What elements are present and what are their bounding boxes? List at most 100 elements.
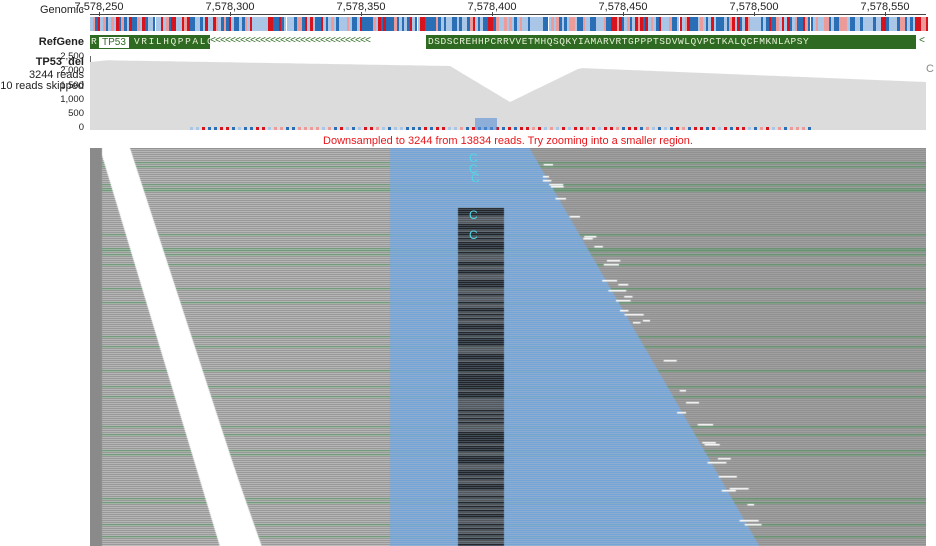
coverage-mismatch-tick [292,127,295,130]
ruler-tick-mark [754,12,755,16]
coverage-mismatch-tick [532,127,535,130]
coverage-mismatch-tick [682,127,685,130]
coverage-axis-label: 2,000 [60,65,84,76]
coverage-mismatch-tick [238,127,241,130]
coverage-mismatch-tick [802,127,805,130]
mismatch-label-3: C [471,171,480,185]
coverage-mismatch-tick [298,127,301,130]
coverage-axis-label: 0 [78,122,84,133]
coverage-mismatch-tick [610,127,613,130]
coverage-mismatch-tick [340,127,343,130]
coverage-mismatch-tick [766,127,769,130]
coverage-mismatch-tick [508,127,511,130]
coverage-mismatch-tick [274,127,277,130]
ruler-tick-mark [99,12,100,16]
coverage-mismatch-tick [514,127,517,130]
coverage-mismatch-tick [370,127,373,130]
coverage-mismatch-tick [430,127,433,130]
coverage-mismatch-tick [628,127,631,130]
coverage-mismatch-tick [442,127,445,130]
coverage-mismatch-tick [604,127,607,130]
mismatch-label-5: C [469,228,478,242]
gene-track[interactable]: R TP53 VRILHQPPALC <<<<<<<<<<<<<<<<<<<<<… [90,35,926,49]
coverage-mismatch-tick [364,127,367,130]
coverage-mismatch-tick [550,127,553,130]
coverage-mismatch-tick [328,127,331,130]
ruler-axis [90,14,926,15]
coverage-mismatch-tick [748,127,751,130]
coverage-mismatch-tick [406,127,409,130]
coverage-mismatch-tick [220,127,223,130]
coverage-mismatch-tick [226,127,229,130]
coverage-mismatch-tick [568,127,571,130]
coverage-mismatch-tick [460,127,463,130]
coverage-axis-label: 2,500 [60,51,84,62]
coverage-mismatch-tick [400,127,403,130]
coverage-mismatch-tick [424,127,427,130]
coverage-mismatch-tick [712,127,715,130]
coverage-mismatch-tick [688,127,691,130]
ruler-tick-mark [885,12,886,16]
coverage-mismatch-tick [352,127,355,130]
coverage-mismatch-tick [718,127,721,130]
coverage-mismatch-tick [196,127,199,130]
coverage-mismatch-tick [304,127,307,130]
coverage-mismatch-tick [448,127,451,130]
coverage-mismatch-tick [646,127,649,130]
coverage-mismatch-tick [640,127,643,130]
coverage-mismatch-tick [244,127,247,130]
coverage-mismatch-tick [538,127,541,130]
coverage-mismatch-tick [586,127,589,130]
gene-right-exon-seq: DSDSCREHHPCRRVVETMHQSQKYIAMARVRTGPPPTSDV… [428,36,810,47]
coverage-mismatch-tick [778,127,781,130]
coverage-mismatch-tick [268,127,271,130]
downsample-warning: Downsampled to 3244 from 13834 reads. Tr… [323,135,693,147]
coverage-mismatch-tick [394,127,397,130]
refgene-label: RefGene [38,36,84,48]
coverage-mismatch-tick [616,127,619,130]
coverage-mismatch-tick [772,127,775,130]
coverage-mismatch-tick [730,127,733,130]
coverage-mismatch-tick [652,127,655,130]
reference-base [925,17,929,31]
coverage-mismatch-tick [754,127,757,130]
coverage-mismatch-tick [412,127,415,130]
coverage-mismatch-tick [262,127,265,130]
coverage-mismatch-tick [382,127,385,130]
coverage-mismatch-tick [670,127,673,130]
coverage-mismatch-tick [706,127,709,130]
coverage-mismatch-tick [466,127,469,130]
coverage-mismatch-tick [592,127,595,130]
coverage-mismatch-tick [658,127,661,130]
coverage-plot[interactable] [90,56,926,130]
coverage-corner-glyph: C [926,63,934,75]
coverage-mismatch-tick [520,127,523,130]
coverage-mismatch-tick [346,127,349,130]
coverage-mismatch-tick [418,127,421,130]
coverage-mismatch-tick [796,127,799,130]
gene-name-badge[interactable]: TP53 [98,36,130,49]
coverage-mismatch-tick [316,127,319,130]
coverage-mismatch-tick [736,127,739,130]
gene-intron-arrows: <<<<<<<<<<<<<<<<<<<<<<<<<<<<<<<< [210,36,371,47]
coverage-mismatch-tick [214,127,217,130]
read-alignments[interactable] [90,148,926,546]
coverage-axis-label: 1,000 [60,94,84,105]
coverage-mismatch-tick [256,127,259,130]
coverage-mismatch-tick [598,127,601,130]
coverage-mismatch-tick [208,127,211,130]
mismatch-label-4: C [469,208,478,222]
ruler-tick-mark [623,12,624,16]
coverage-mismatch-tick [472,127,475,130]
coverage-mismatch-tick [388,127,391,130]
reference-sequence-track[interactable] [90,17,929,31]
coverage-mismatch-tick [580,127,583,130]
ruler-tick-mark [361,12,362,16]
gene-right-end-arrow: < [919,36,925,47]
coverage-mismatch-tick [574,127,577,130]
coverage-mismatch-tick [358,127,361,130]
coverage-mismatch-tick [232,127,235,130]
coverage-mismatch-tick [310,127,313,130]
coverage-mismatch-tick [334,127,337,130]
coverage-mismatch-tick [808,127,811,130]
